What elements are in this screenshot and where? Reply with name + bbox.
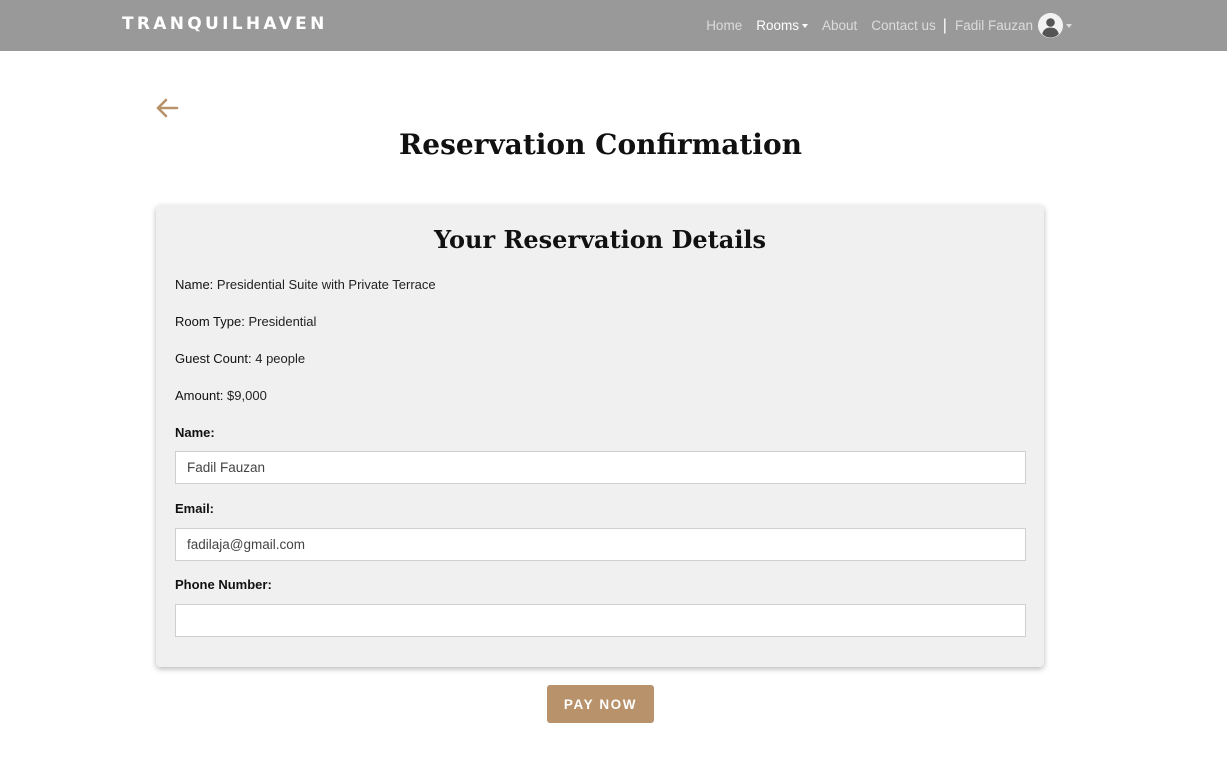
detail-value: $9,000 (227, 388, 267, 403)
nav-link-rooms-label: Rooms (756, 18, 799, 33)
user-name: Fadil Fauzan (954, 18, 1033, 33)
phone-input[interactable] (175, 604, 1026, 637)
name-input[interactable] (175, 451, 1026, 484)
nav-links: Home Rooms About Contact us | Fadil Fauz… (692, 0, 1072, 51)
detail-key: Name: (175, 277, 214, 292)
detail-key: Room Type: (175, 314, 245, 329)
user-avatar-icon (1038, 13, 1063, 38)
back-arrow-icon[interactable] (154, 96, 180, 120)
page-title: Reservation Confirmation (399, 128, 802, 161)
pay-now-button[interactable]: PAY NOW (547, 685, 654, 723)
nav-link-rooms[interactable]: Rooms (756, 18, 808, 33)
nav-link-home[interactable]: Home (706, 18, 742, 33)
phone-label: Phone Number: (175, 577, 272, 592)
caret-down-icon (801, 24, 808, 28)
email-input[interactable] (175, 528, 1026, 561)
detail-value: Presidential Suite with Private Terrace (216, 277, 436, 292)
nav-link-about[interactable]: About (822, 18, 857, 33)
brand-logo[interactable]: TRANQUILHAVEN (122, 14, 328, 34)
detail-key: Amount: (175, 388, 224, 403)
name-label: Name: (175, 425, 215, 440)
detail-room-type: Room Type: Presidential (175, 314, 316, 329)
detail-value: 4 people (255, 351, 306, 366)
caret-down-icon (1066, 23, 1072, 28)
card-title: Your Reservation Details (433, 225, 767, 254)
user-menu[interactable]: Fadil Fauzan (955, 13, 1072, 38)
nav-link-contact[interactable]: Contact us (871, 18, 936, 33)
detail-key: Guest Count: (175, 351, 252, 366)
detail-room-name: Name: Presidential Suite with Private Te… (175, 277, 436, 292)
detail-value: Presidential (248, 314, 317, 329)
detail-guest-count: Guest Count: 4 people (175, 351, 305, 366)
nav-separator: | (942, 16, 947, 34)
email-label: Email: (175, 501, 215, 516)
top-navbar: TRANQUILHAVEN Home Rooms About Contact u… (0, 0, 1227, 51)
detail-amount: Amount: $9,000 (175, 388, 267, 403)
reservation-card: Your Reservation Details Name: President… (156, 205, 1044, 667)
